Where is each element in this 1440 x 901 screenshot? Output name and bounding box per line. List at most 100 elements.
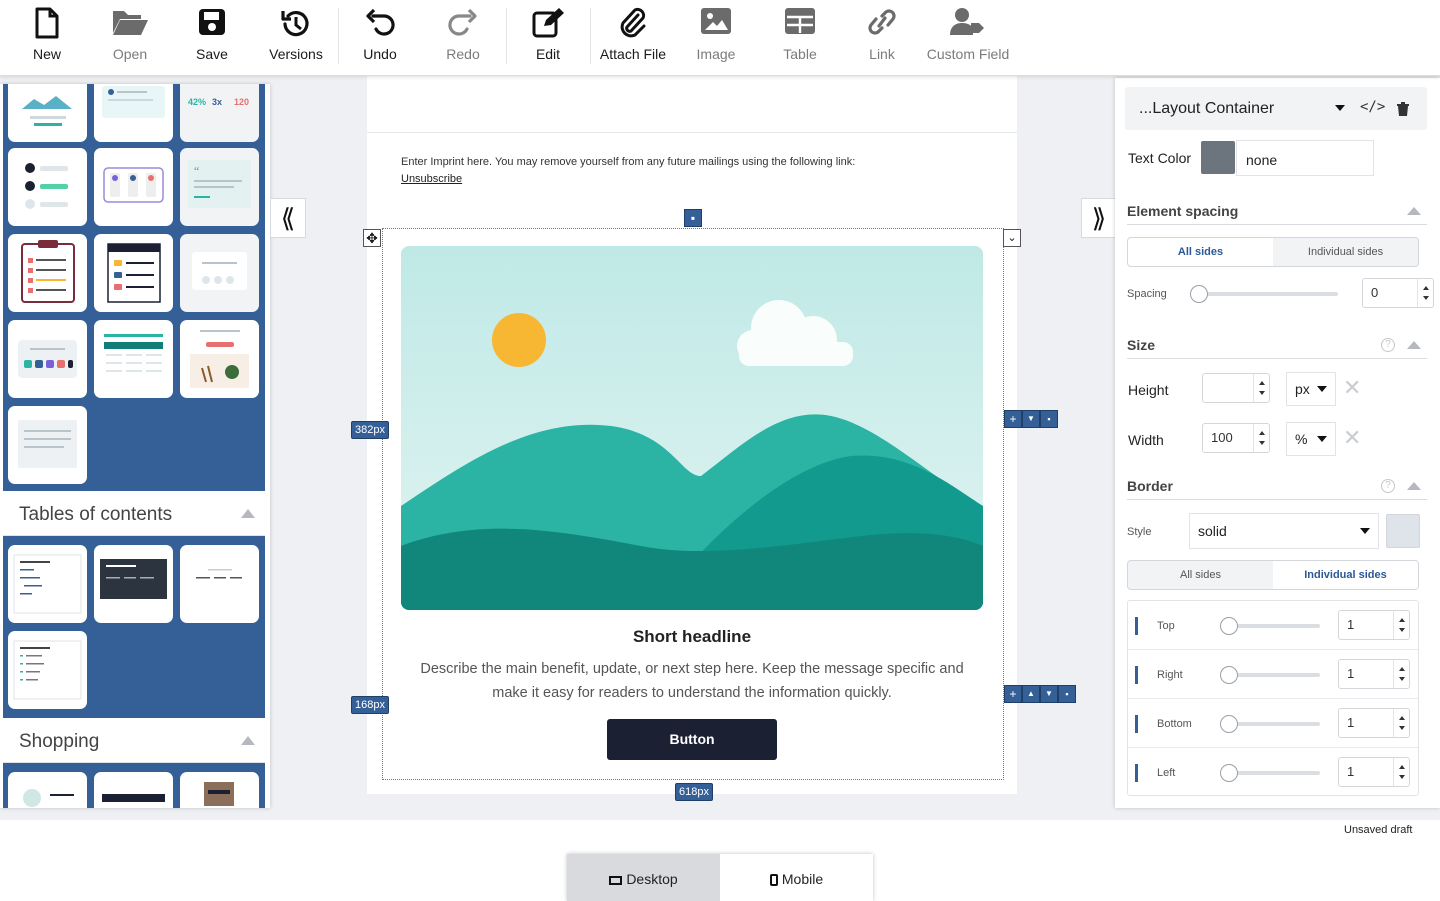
unsubscribe-link[interactable]: Unsubscribe [401,173,462,185]
height-handle[interactable]: 168px [351,696,389,714]
template-thumb[interactable] [8,406,87,484]
collapse-icon[interactable] [1407,482,1421,490]
border-style-select[interactable]: solid [1189,513,1379,549]
spinner-icon[interactable] [1393,709,1409,737]
section-element-spacing[interactable]: Element spacing [1127,203,1427,225]
section-header-shopping[interactable]: Shopping [3,718,265,763]
mobile-preview-button[interactable]: Mobile [720,854,873,901]
spinner-icon[interactable] [1253,374,1269,402]
edit-button[interactable]: Edit [526,0,570,72]
collapse-icon[interactable] [1407,341,1421,349]
individual-sides-tab[interactable]: Individual sides [1273,561,1418,589]
clear-width-icon[interactable]: ✕ [1343,425,1361,451]
move-down-icon[interactable]: ▼ [1022,410,1040,428]
delete-block-icon[interactable]: ▪ [684,209,702,227]
collapse-right-panel-icon[interactable]: ⟫ [1081,198,1117,238]
template-thumb[interactable] [94,772,173,808]
delete-icon[interactable]: ▪ [1040,410,1058,428]
code-icon[interactable]: </> [1360,99,1385,115]
spinner-icon[interactable] [1393,758,1409,786]
border-color-swatch[interactable] [1386,514,1420,548]
section-header-tables-of-contents[interactable]: Tables of contents [3,491,265,536]
border-right-slider[interactable] [1220,666,1320,684]
text-color-field[interactable]: none [1236,140,1374,176]
template-thumb[interactable] [180,234,259,312]
trash-icon[interactable] [1397,102,1409,116]
help-icon[interactable]: ? [1381,479,1395,493]
delete-icon[interactable]: ▪ [1058,685,1076,703]
add-block-icon[interactable]: + [1004,410,1022,428]
add-block-icon[interactable]: + [1004,685,1022,703]
template-thumb[interactable] [180,772,259,808]
move-down-icon[interactable]: ▼ [1040,685,1058,703]
section-size[interactable]: Size? [1127,337,1427,359]
clear-height-icon[interactable]: ✕ [1343,375,1361,401]
template-thumb[interactable] [8,84,87,142]
collapse-icon[interactable] [1407,207,1421,215]
template-thumb[interactable]: “ [180,148,259,226]
border-bottom-input[interactable]: 1 [1338,708,1410,738]
history-icon [281,10,309,37]
template-thumb[interactable] [94,545,173,623]
template-thumb[interactable] [180,545,259,623]
height-input[interactable] [1202,373,1270,403]
border-bottom-slider[interactable] [1220,715,1320,733]
move-handle-icon[interactable]: ✥ [363,229,381,247]
image-button[interactable]: Image [690,0,742,72]
template-thumb[interactable] [94,148,173,226]
spinner-icon[interactable] [1253,424,1269,452]
undo-button[interactable]: Undo [356,0,404,72]
template-thumb[interactable] [8,320,87,398]
template-thumb[interactable] [180,320,259,398]
chevron-down-icon[interactable] [1335,105,1345,111]
open-button[interactable]: Open [104,0,156,72]
redo-button[interactable]: Redo [440,0,486,72]
custom-field-button[interactable]: Custom Field [926,0,1010,72]
spinner-icon[interactable] [1417,279,1433,307]
save-button[interactable]: Save [188,0,236,72]
template-thumb[interactable] [94,234,173,312]
individual-sides-tab[interactable]: Individual sides [1273,238,1418,266]
height-unit-select[interactable]: px [1286,372,1336,406]
template-thumb[interactable]: 42% 3x 120 [180,84,259,142]
width-input[interactable]: 100 [1202,423,1270,453]
template-thumb[interactable] [8,772,87,808]
move-up-icon[interactable]: ▲ [1022,685,1040,703]
link-button[interactable]: Link [858,0,906,72]
collapse-icon[interactable] [241,736,255,745]
all-sides-tab[interactable]: All sides [1128,561,1273,589]
border-left-input[interactable]: 1 [1338,757,1410,787]
text-color-swatch[interactable] [1201,141,1235,174]
border-top-slider[interactable] [1220,617,1320,635]
template-thumb[interactable] [94,320,173,398]
width-handle[interactable]: 618px [675,783,713,801]
section-border[interactable]: Border? [1127,478,1427,500]
collapse-left-panel-icon[interactable]: ⟪ [270,198,306,238]
new-button[interactable]: New [22,0,72,72]
collapse-block-icon[interactable]: ⌄ [1003,229,1021,247]
border-left-slider[interactable] [1220,764,1320,782]
template-thumb[interactable] [8,631,87,709]
template-thumb[interactable] [94,84,173,142]
template-thumb[interactable] [8,234,87,312]
help-icon[interactable]: ? [1381,338,1395,352]
width-unit-select[interactable]: % [1286,422,1336,456]
spacing-input[interactable]: 0 [1362,278,1434,308]
spinner-icon[interactable] [1393,611,1409,639]
height-handle[interactable]: 382px [351,421,389,439]
template-thumb[interactable] [8,148,87,226]
element-selector[interactable]: ...Layout Container </> [1125,87,1427,130]
border-top-input[interactable]: 1 [1338,610,1410,640]
attach-file-button[interactable]: Attach File [598,0,668,72]
spacing-slider[interactable] [1190,285,1338,303]
versions-button[interactable]: Versions [266,0,326,72]
desktop-preview-button[interactable]: Desktop [567,854,720,901]
template-thumb[interactable] [8,545,87,623]
border-right-input[interactable]: 1 [1338,659,1410,689]
all-sides-tab[interactable]: All sides [1128,238,1273,266]
cta-button[interactable]: Button [607,719,777,760]
hero-image[interactable] [401,246,983,610]
collapse-icon[interactable] [241,509,255,518]
table-button[interactable]: Table [774,0,826,72]
spinner-icon[interactable] [1393,660,1409,688]
